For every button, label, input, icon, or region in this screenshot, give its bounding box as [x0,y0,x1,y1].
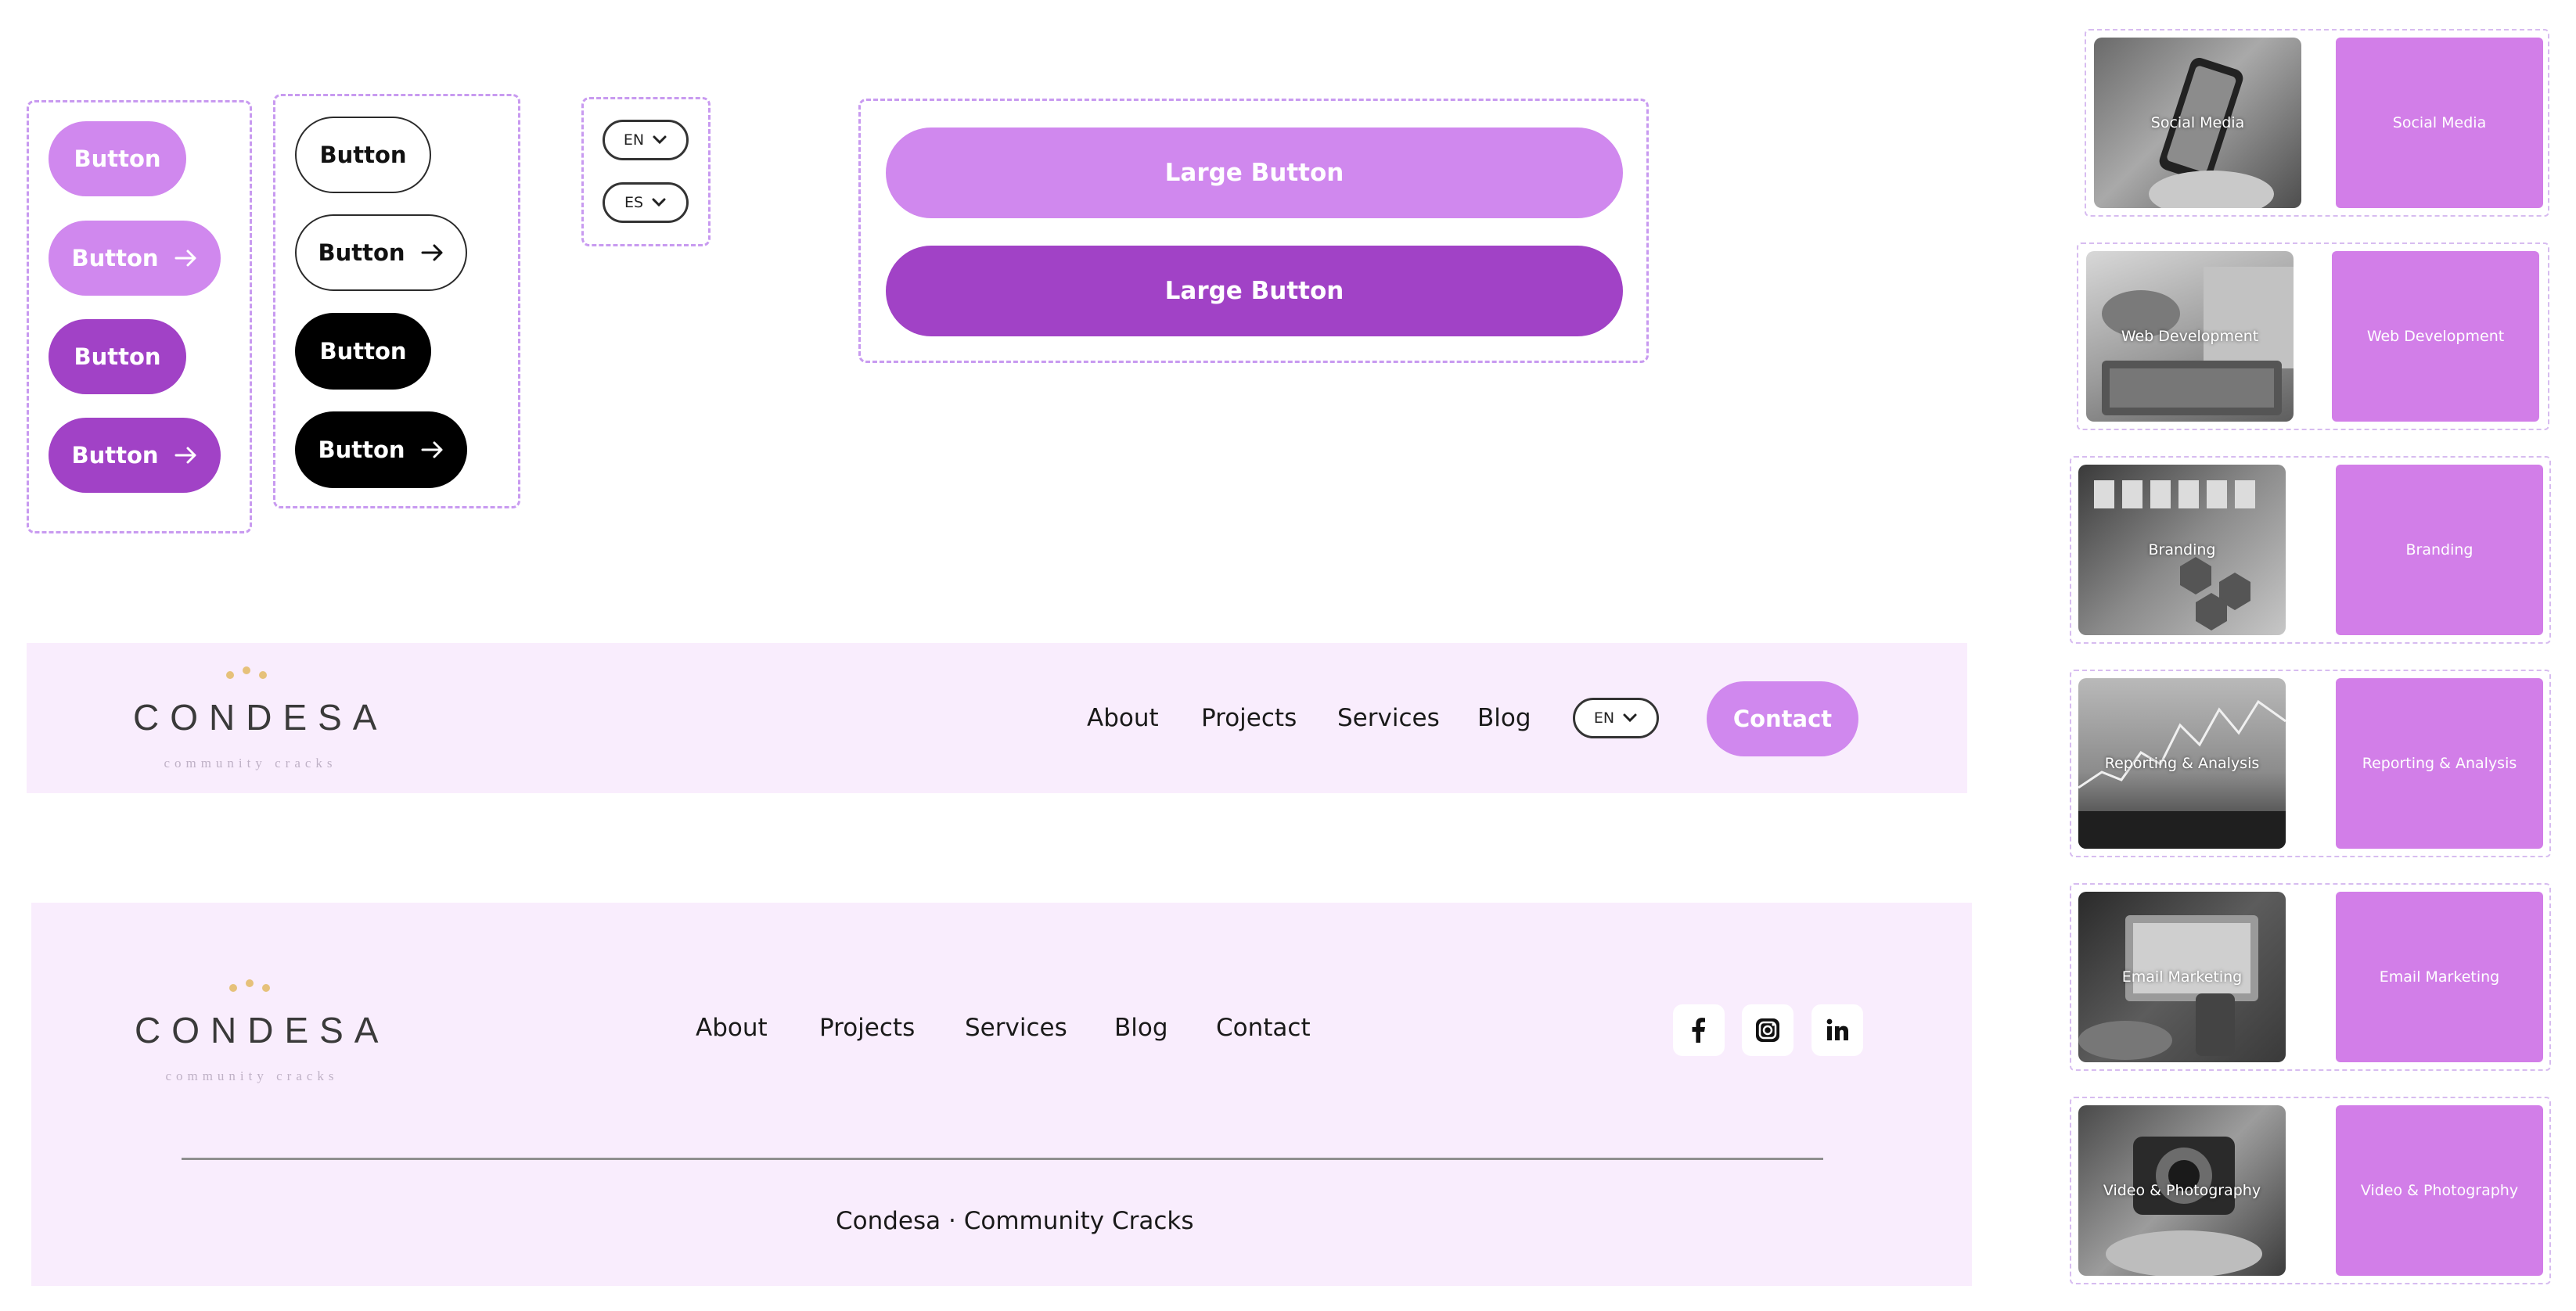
logo-wordmark: CONDESA [133,697,388,738]
logo-dots [135,978,369,993]
nav-blog[interactable]: Blog [1477,704,1531,732]
large-button-dark[interactable]: Large Button [886,246,1623,336]
button-label: Button [74,343,161,370]
logo-wordmark: CONDESA [135,1010,390,1051]
service-image-branding[interactable]: Branding [2078,465,2286,635]
chevron-down-icon [651,197,667,208]
service-image-email-marketing[interactable]: Email Marketing [2078,892,2286,1062]
service-image-web-development[interactable]: Web Development [2086,251,2294,422]
large-button-light[interactable]: Large Button [886,128,1623,218]
language-code: EN [1593,709,1615,727]
linkedin-icon[interactable] [1811,1004,1863,1056]
service-tile-reporting-analysis[interactable]: Reporting & Analysis [2336,678,2543,849]
button-dark[interactable]: Button [49,319,186,394]
footer-nav-services[interactable]: Services [965,1014,1067,1042]
large-button-label: Large Button [1164,277,1344,305]
language-code: ES [624,194,644,211]
button-outline[interactable]: Button [295,117,431,193]
nav-services[interactable]: Services [1337,704,1440,732]
button-label: Button [74,145,161,172]
button-label: Button [71,442,159,469]
large-button-label: Large Button [1164,159,1344,187]
button-outline-arrow[interactable]: Button [295,214,467,291]
service-tile-branding[interactable]: Branding [2336,465,2543,635]
button-black-arrow[interactable]: Button [295,411,467,488]
footer-copyright: Condesa · Community Cracks [836,1207,1194,1235]
service-image-label: Reporting & Analysis [2104,755,2260,772]
footer-divider [182,1158,1823,1160]
footer-logo[interactable]: CONDESA community cracks [135,978,390,1095]
button-label: Button [319,338,407,365]
service-image-label: Video & Photography [2103,1182,2261,1199]
header-logo[interactable]: CONDESA community cracks [133,665,388,782]
facebook-icon[interactable] [1673,1004,1725,1056]
nav-projects[interactable]: Projects [1201,704,1297,732]
service-tile-web-development[interactable]: Web Development [2332,251,2539,422]
instagram-icon[interactable] [1742,1004,1793,1056]
service-tile-label: Reporting & Analysis [2362,755,2517,772]
chevron-down-icon [1622,713,1638,724]
logo-tagline: community cracks [164,756,337,770]
arrow-right-icon [421,243,444,262]
button-black[interactable]: Button [295,313,431,390]
language-select-en[interactable]: EN [603,120,689,160]
button-light[interactable]: Button [49,121,186,196]
service-image-label: Web Development [2121,328,2259,345]
service-tile-label: Video & Photography [2360,1182,2519,1199]
service-image-label: Branding [2148,541,2216,559]
service-tile-email-marketing[interactable]: Email Marketing [2336,892,2543,1062]
arrow-right-icon [421,440,444,459]
service-image-video-photography[interactable]: Video & Photography [2078,1105,2286,1276]
footer-nav-about[interactable]: About [696,1014,768,1042]
service-image-label: Social Media [2150,114,2245,131]
button-label: Button [71,245,159,271]
button-dark-arrow[interactable]: Button [49,418,221,493]
footer-nav-contact[interactable]: Contact [1216,1014,1311,1042]
header-language-select[interactable]: EN [1573,698,1659,738]
contact-label: Contact [1732,706,1833,732]
service-image-reporting-analysis[interactable]: Reporting & Analysis [2078,678,2286,849]
footer-nav-projects[interactable]: Projects [819,1014,915,1042]
service-tile-label: Branding [2405,541,2473,559]
service-image-label: Email Marketing [2121,968,2243,986]
button-light-arrow[interactable]: Button [49,221,221,296]
language-select-es[interactable]: ES [603,182,689,223]
service-image-social-media[interactable]: Social Media [2094,38,2301,208]
language-code: EN [623,131,645,149]
service-tile-social-media[interactable]: Social Media [2336,38,2543,208]
footer-nav-blog[interactable]: Blog [1114,1014,1168,1042]
logo-tagline: community cracks [165,1069,339,1083]
arrow-right-icon [174,249,198,268]
button-label: Button [318,239,405,266]
button-label: Button [319,142,407,168]
chevron-down-icon [652,135,667,145]
service-tile-label: Web Development [2366,328,2505,345]
service-tile-label: Email Marketing [2379,968,2500,986]
service-tile-video-photography[interactable]: Video & Photography [2336,1105,2543,1276]
service-tile-label: Social Media [2392,114,2487,131]
nav-about[interactable]: About [1087,704,1159,732]
button-label: Button [318,436,405,463]
arrow-right-icon [174,446,198,465]
logo-dots [133,665,368,681]
contact-button[interactable]: Contact [1707,681,1858,756]
